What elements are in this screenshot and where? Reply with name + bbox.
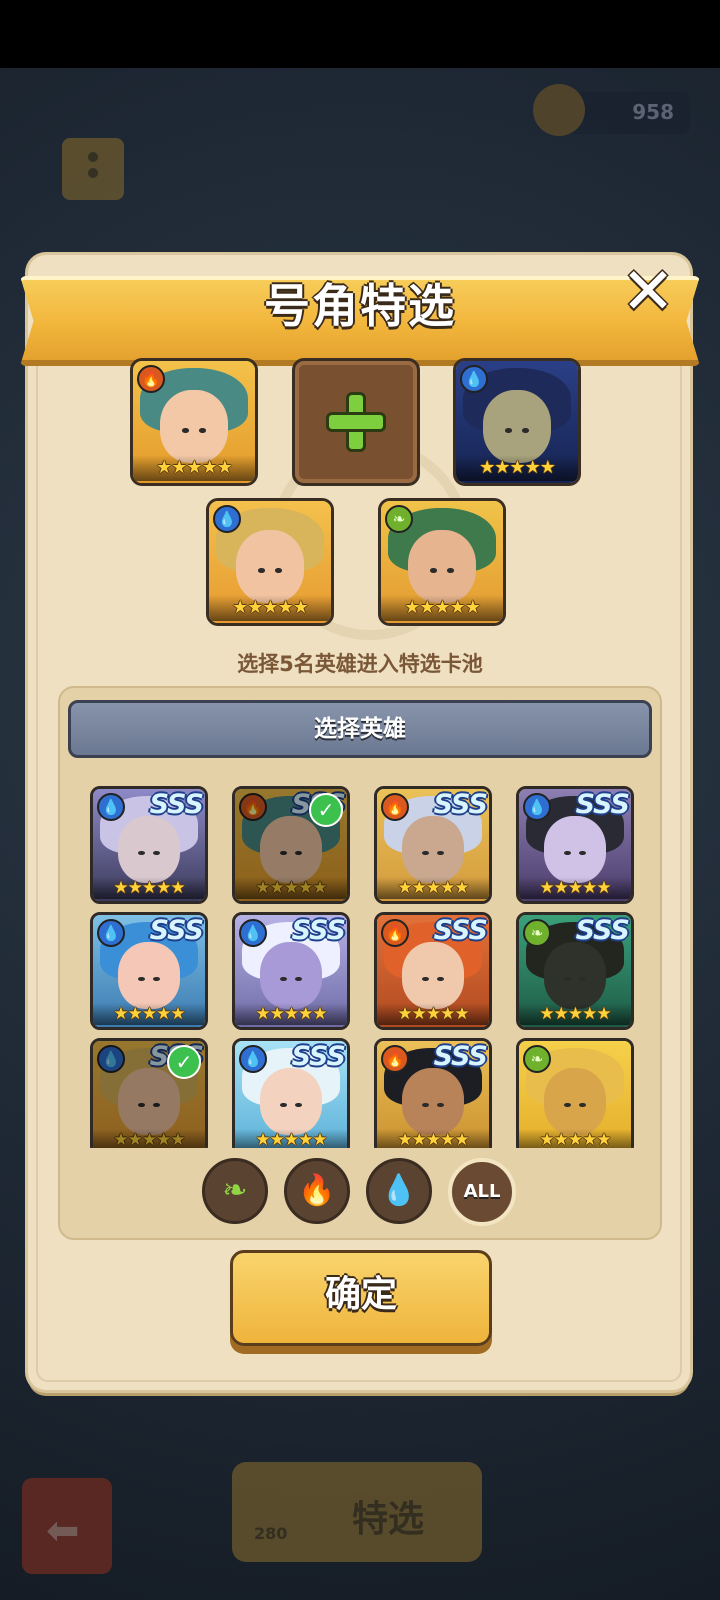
hero-card[interactable]: 💧 SSS ★★★★★ [90,786,208,904]
fire-element-icon: 🔥 [381,919,409,947]
rank-badge: SSS [575,915,630,946]
rank-badge: SSS [149,915,204,946]
star-rating: ★★★★★ [209,595,331,621]
select-cost: 280 [254,1524,288,1543]
hero-card[interactable]: 💧 SSS ★★★★★ ✓ [90,1038,208,1148]
all-filter-button[interactable]: ALL [448,1158,516,1226]
star-rating: ★★★★★ [377,1129,489,1148]
water-element-icon: 💧 [97,1045,125,1073]
star-rating: ★★★★★ [519,1003,631,1025]
rank-badge: SSS [291,1041,346,1072]
fire-element-icon: 🔥 [381,793,409,821]
currency-icon [533,84,585,136]
close-button[interactable]: ✕ [618,255,678,329]
water-element-icon: 💧 [460,365,488,393]
leaf-filter-button[interactable]: ❧ [202,1158,268,1224]
water-element-icon: 💧 [523,793,551,821]
currency-display: 958 [533,84,690,136]
all-filter-label: ALL [463,1181,501,1202]
leaf-element-icon: ❧ [523,1045,551,1073]
dialog-title: 号角特选 [264,279,456,333]
selected-hero-slot[interactable]: 💧 ★★★★★ [206,498,334,626]
hero-card[interactable]: 🔥 SSS ★★★★★ [374,1038,492,1148]
add-hero-slot[interactable] [292,358,420,486]
hero-card[interactable]: 🔥 SSS ★★★★★ [374,912,492,1030]
hero-card[interactable]: 💧 SSS ★★★★★ [90,912,208,1030]
back-arrow-icon: ⬅ [46,1508,80,1554]
fire-filter-button[interactable]: 🔥 [284,1158,350,1224]
menu-button[interactable] [62,138,124,200]
rank-badge: SSS [149,789,204,820]
star-rating: ★★★★★ [93,1003,205,1025]
star-rating: ★★★★★ [235,1003,347,1025]
rank-badge: SSS [433,789,488,820]
water-element-icon: 💧 [97,919,125,947]
hero-grid[interactable]: 💧 SSS ★★★★★ 🔥 SSS ★★★★★ ✓ 🔥 SSS ★★★★★ 💧 … [68,786,652,1148]
rank-badge: SSS [433,1041,488,1072]
star-rating: ★★★★★ [456,455,578,481]
selected-hero-slot[interactable]: 💧 ★★★★★ [453,358,581,486]
selected-hero-slot[interactable]: ❧ ★★★★★ [378,498,506,626]
star-rating: ★★★★★ [377,1003,489,1025]
star-rating: ★★★★★ [235,877,347,899]
featured-select-button[interactable]: 280 特选 [232,1462,482,1562]
hero-card[interactable]: 🔥 SSS ★★★★★ ✓ [232,786,350,904]
star-rating: ★★★★★ [381,595,503,621]
water-filter-button[interactable]: 💧 [366,1158,432,1224]
confirm-button[interactable]: 确定 [230,1250,492,1346]
hero-card[interactable]: 💧 SSS ★★★★★ [516,786,634,904]
water-element-icon: 💧 [239,919,267,947]
hero-card[interactable]: 🔥 SSS ★★★★★ [374,786,492,904]
star-rating: ★★★★★ [235,1129,347,1148]
fire-icon: 🔥 [298,1173,336,1208]
fire-element-icon: 🔥 [381,1045,409,1073]
star-rating: ★★★★★ [519,1129,631,1148]
rank-badge: SSS [575,789,630,820]
rank-badge: SSS [433,915,488,946]
leaf-icon: ❧ [222,1173,248,1208]
hero-card[interactable]: ❧ ★★★★★ [516,1038,634,1148]
leaf-element-icon: ❧ [385,505,413,533]
checkmark-icon: ✓ [309,793,343,827]
plus-icon [326,392,386,452]
leaf-element-icon: ❧ [523,919,551,947]
rank-badge: SSS [291,915,346,946]
currency-value: 958 [632,100,674,124]
water-element-icon: 💧 [239,1045,267,1073]
water-element-icon: 💧 [213,505,241,533]
checkmark-icon: ✓ [167,1045,201,1079]
fire-element-icon: 🔥 [239,793,267,821]
hero-card[interactable]: ❧ SSS ★★★★★ [516,912,634,1030]
hero-card[interactable]: 💧 SSS ★★★★★ [232,1038,350,1148]
status-bar [0,0,720,68]
fire-element-icon: 🔥 [137,365,165,393]
star-rating: ★★★★★ [93,1129,205,1148]
close-icon: ✕ [621,255,675,329]
panel-header: 选择英雄 [68,700,652,758]
star-rating: ★★★★★ [93,877,205,899]
selected-hero-slot[interactable]: 🔥 ★★★★★ [130,358,258,486]
hero-card[interactable]: 💧 SSS ★★★★★ [232,912,350,1030]
star-rating: ★★★★★ [377,877,489,899]
star-rating: ★★★★★ [519,877,631,899]
star-rating: ★★★★★ [133,455,255,481]
back-button[interactable]: ⬅ [22,1478,112,1574]
water-drop-icon: 💧 [380,1173,418,1208]
selection-hint: 选择5名英雄进入特选卡池 [237,652,483,676]
water-element-icon: 💧 [97,793,125,821]
select-button-label: 特选 [352,1499,425,1540]
